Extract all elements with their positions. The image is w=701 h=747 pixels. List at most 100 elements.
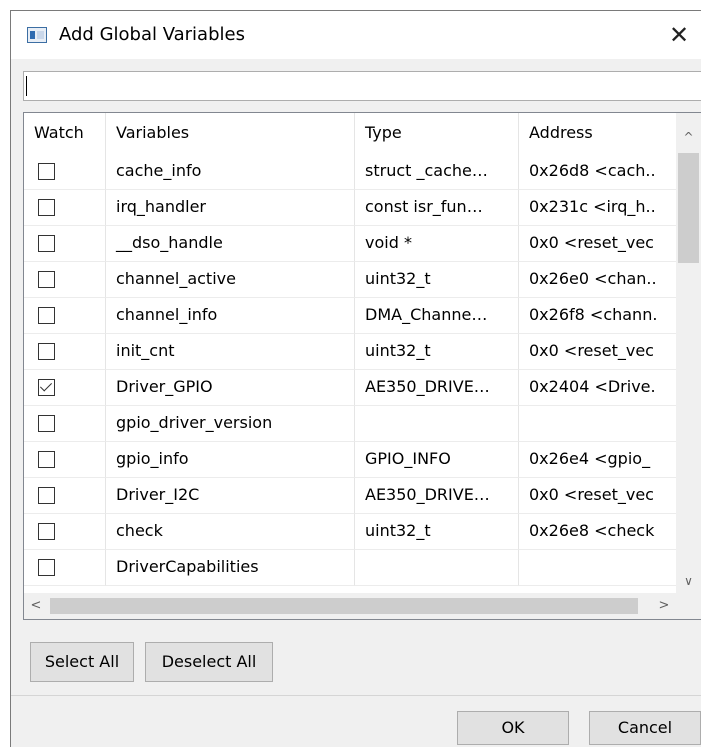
watch-checkbox[interactable]	[38, 199, 55, 216]
horizontal-scroll-thumb[interactable]	[50, 598, 638, 614]
cancel-button[interactable]: Cancel	[589, 711, 701, 745]
watch-checkbox[interactable]	[38, 343, 55, 360]
type-cell: uint32_t	[355, 262, 519, 298]
type-cell: uint32_t	[355, 334, 519, 370]
deselect-all-button[interactable]: Deselect All	[145, 642, 273, 682]
watch-checkbox[interactable]	[38, 487, 55, 504]
table-row[interactable]: init_cnt uint32_t 0x0 <reset_vec	[24, 334, 676, 370]
filter-input[interactable]	[23, 71, 701, 101]
chevron-left-icon[interactable]: <	[24, 593, 48, 619]
watch-cell	[24, 550, 106, 586]
watch-cell	[24, 154, 106, 190]
variable-name-cell: gpio_info	[106, 442, 355, 478]
table-row[interactable]: channel_active uint32_t 0x26e0 <chan..	[24, 262, 676, 298]
type-cell	[355, 406, 519, 442]
variable-name-cell: cache_info	[106, 154, 355, 190]
variable-name-cell: Driver_I2C	[106, 478, 355, 514]
watch-cell	[24, 226, 106, 262]
variable-name-cell: irq_handler	[106, 190, 355, 226]
address-cell: 0x26e8 <check	[519, 514, 676, 550]
watch-cell	[24, 262, 106, 298]
watch-cell	[24, 442, 106, 478]
vertical-scroll-thumb[interactable]	[678, 153, 699, 263]
select-all-button[interactable]: Select All	[30, 642, 134, 682]
address-cell: 0x26d8 <cach..	[519, 154, 676, 190]
text-caret	[26, 76, 27, 96]
address-cell: 0x2404 <Drive.	[519, 370, 676, 406]
watch-cell	[24, 298, 106, 334]
watch-cell	[24, 514, 106, 550]
watch-checkbox[interactable]	[38, 163, 55, 180]
ok-button[interactable]: OK	[457, 711, 569, 745]
table-row[interactable]: gpio_driver_version	[24, 406, 676, 442]
table-row[interactable]: __dso_handle void * 0x0 <reset_vec	[24, 226, 676, 262]
table-row[interactable]: check uint32_t 0x26e8 <check	[24, 514, 676, 550]
watch-checkbox[interactable]	[38, 523, 55, 540]
type-cell: AE350_DRIVE…	[355, 370, 519, 406]
column-header-address[interactable]: Address	[519, 113, 676, 154]
table-row[interactable]: irq_handler const isr_fun… 0x231c <irq_h..	[24, 190, 676, 226]
table-row[interactable]: cache_info struct _cache… 0x26d8 <cach..	[24, 154, 676, 190]
variable-name-cell: channel_active	[106, 262, 355, 298]
close-icon: ✕	[668, 21, 690, 49]
address-cell	[519, 550, 676, 586]
address-cell	[519, 406, 676, 442]
column-header-variables[interactable]: Variables	[106, 113, 355, 154]
table-row[interactable]: gpio_info GPIO_INFO 0x26e4 <gpio_	[24, 442, 676, 478]
watch-cell	[24, 406, 106, 442]
table-row[interactable]: Driver_GPIO AE350_DRIVE… 0x2404 <Drive.	[24, 370, 676, 406]
watch-checkbox[interactable]	[38, 451, 55, 468]
watch-checkbox[interactable]	[38, 415, 55, 432]
watch-checkbox[interactable]	[38, 379, 55, 396]
address-cell: 0x26e0 <chan..	[519, 262, 676, 298]
type-cell: uint32_t	[355, 514, 519, 550]
table-row[interactable]: channel_info DMA_Channe… 0x26f8 <chann.	[24, 298, 676, 334]
column-header-type[interactable]: Type	[355, 113, 519, 154]
watch-cell	[24, 478, 106, 514]
address-cell: 0x0 <reset_vec	[519, 226, 676, 262]
vertical-scrollbar[interactable]: ^ ∨	[676, 113, 701, 593]
watch-cell	[24, 190, 106, 226]
table-row[interactable]: Driver_I2C AE350_DRIVE… 0x0 <reset_vec	[24, 478, 676, 514]
watch-checkbox[interactable]	[38, 235, 55, 252]
variable-name-cell: check	[106, 514, 355, 550]
variable-name-cell: Driver_GPIO	[106, 370, 355, 406]
type-cell: void *	[355, 226, 519, 262]
title-bar[interactable]: Add Global Variables ✕	[11, 11, 701, 59]
app-window-icon	[27, 27, 47, 43]
variable-name-cell: gpio_driver_version	[106, 406, 355, 442]
watch-checkbox[interactable]	[38, 307, 55, 324]
chevron-down-icon[interactable]: ∨	[676, 569, 701, 593]
type-cell	[355, 550, 519, 586]
variable-name-cell: DriverCapabilities	[106, 550, 355, 586]
column-header-watch[interactable]: Watch	[24, 113, 106, 154]
variable-name-cell: channel_info	[106, 298, 355, 334]
variable-name-cell: init_cnt	[106, 334, 355, 370]
scrollbar-corner	[676, 593, 701, 619]
type-cell: struct _cache…	[355, 154, 519, 190]
variable-name-cell: __dso_handle	[106, 226, 355, 262]
watch-checkbox[interactable]	[38, 271, 55, 288]
chevron-up-icon[interactable]: ^	[676, 125, 701, 149]
watch-cell	[24, 370, 106, 406]
type-cell: AE350_DRIVE…	[355, 478, 519, 514]
watch-checkbox[interactable]	[38, 559, 55, 576]
type-cell: DMA_Channe…	[355, 298, 519, 334]
horizontal-scrollbar[interactable]: < >	[24, 593, 676, 619]
address-cell: 0x231c <irq_h..	[519, 190, 676, 226]
table-header: Watch Variables Type Address	[24, 113, 676, 154]
address-cell: 0x26f8 <chann.	[519, 298, 676, 334]
chevron-right-icon[interactable]: >	[652, 593, 676, 619]
address-cell: 0x0 <reset_vec	[519, 334, 676, 370]
type-cell: const isr_fun…	[355, 190, 519, 226]
variables-table: Watch Variables Type Address cache_info s…	[23, 112, 701, 620]
type-cell: GPIO_INFO	[355, 442, 519, 478]
table-row[interactable]: DriverCapabilities	[24, 550, 676, 586]
dialog-title: Add Global Variables	[59, 24, 245, 45]
watch-cell	[24, 334, 106, 370]
address-cell: 0x0 <reset_vec	[519, 478, 676, 514]
footer-divider	[11, 695, 701, 696]
table-body: cache_info struct _cache… 0x26d8 <cach.. ir…	[24, 154, 676, 586]
close-button[interactable]: ✕	[656, 11, 701, 59]
add-global-variables-dialog: Add Global Variables ✕ Watch Variables T…	[10, 10, 701, 747]
